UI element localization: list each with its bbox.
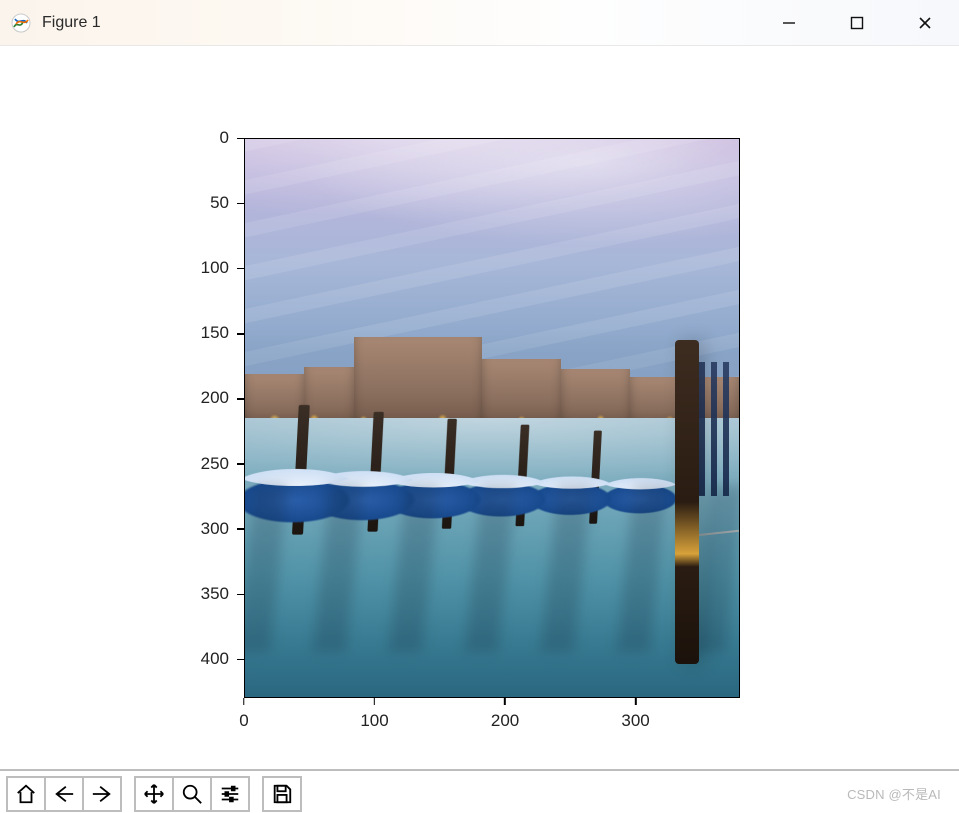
axes[interactable]: 0501001502002503003504000100200300 <box>244 138 740 698</box>
forward-button[interactable] <box>82 776 122 812</box>
x-tick-label: 0 <box>239 698 248 731</box>
maximize-button[interactable] <box>823 0 891 45</box>
home-button[interactable] <box>6 776 46 812</box>
y-tick-label: 150 <box>201 323 244 343</box>
y-tick-label: 400 <box>201 649 244 669</box>
y-tick-label: 300 <box>201 519 244 539</box>
y-tick-label: 100 <box>201 258 244 278</box>
x-tick-label: 300 <box>621 698 649 731</box>
axes-image <box>244 138 740 698</box>
y-tick-label: 350 <box>201 584 244 604</box>
home-icon <box>15 783 37 805</box>
back-icon <box>53 783 75 805</box>
navigation-toolbar: CSDN @不是AI <box>0 769 959 813</box>
pan-button[interactable] <box>134 776 174 812</box>
y-tick-label: 200 <box>201 388 244 408</box>
back-button[interactable] <box>44 776 84 812</box>
app-icon <box>10 12 32 34</box>
configure-subplots-button[interactable] <box>210 776 250 812</box>
x-tick-label: 100 <box>360 698 388 731</box>
forward-icon <box>91 783 113 805</box>
x-tick-label: 200 <box>491 698 519 731</box>
window-title: Figure 1 <box>42 14 101 32</box>
close-button[interactable] <box>891 0 959 45</box>
save-icon <box>271 783 293 805</box>
y-tick-label: 0 <box>220 128 244 148</box>
minimize-button[interactable] <box>755 0 823 45</box>
zoom-icon <box>181 783 203 805</box>
save-button[interactable] <box>262 776 302 812</box>
y-tick-label: 250 <box>201 454 244 474</box>
window-controls <box>755 0 959 45</box>
pan-icon <box>143 783 165 805</box>
figure-canvas[interactable]: 0 50 100 150 200 250 300 350 400 0 100 200 300 <box>0 46 959 769</box>
configure-subplots-icon <box>219 783 241 805</box>
y-tick-label: 50 <box>210 193 244 213</box>
zoom-button[interactable] <box>172 776 212 812</box>
titlebar: Figure 1 <box>0 0 959 46</box>
watermark-text: CSDN @不是AI <box>847 784 941 803</box>
